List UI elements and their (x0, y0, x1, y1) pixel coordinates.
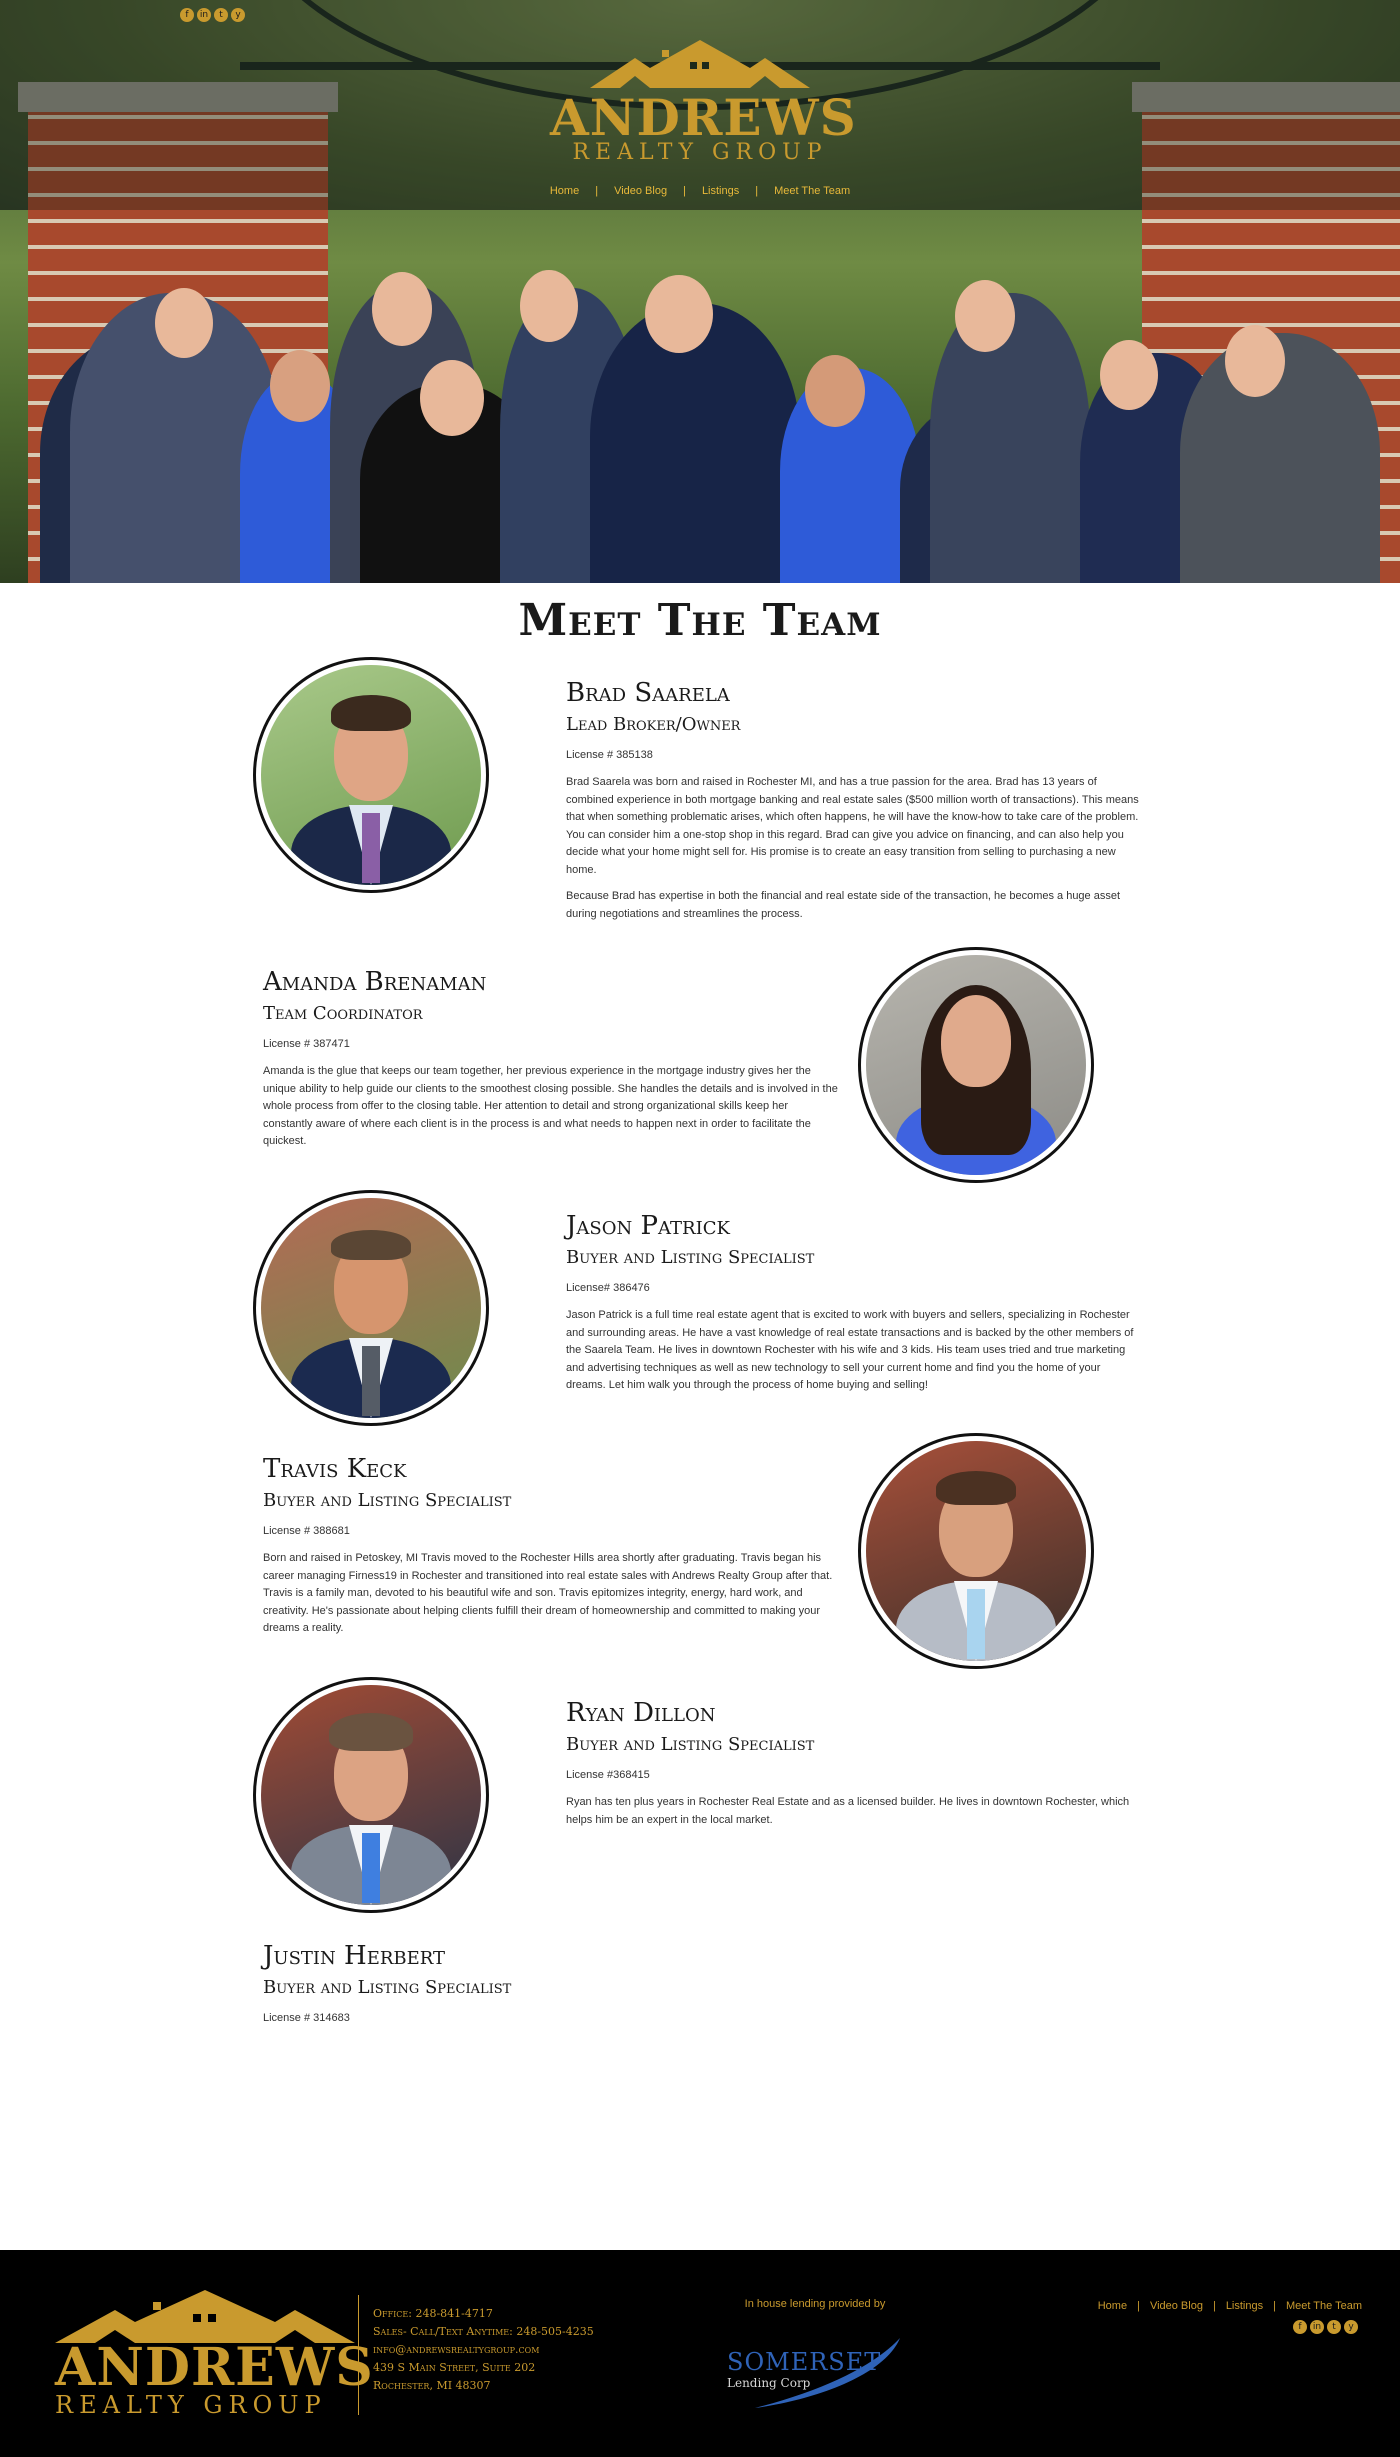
logo-wordmark: ANDREWS (550, 88, 857, 147)
member-bio: Born and raised in Petoskey, MI Travis m… (263, 1550, 838, 1647)
logo-subtitle: REALTY GROUP (55, 2391, 327, 2419)
nav-separator: | (595, 185, 599, 197)
site-logo[interactable]: ANDREWS REALTY GROUP (550, 40, 857, 170)
member-role: Buyer and Listing Specialist (263, 1977, 512, 1998)
member-photo (253, 657, 489, 893)
member-license: License # 388681 (263, 1525, 350, 1537)
bio-paragraph: Jason Patrick is a full time real estate… (566, 1309, 1134, 1391)
member-role: Lead Broker/Owner (566, 714, 741, 735)
youtube-icon[interactable]: y (231, 8, 245, 22)
nav-separator: | (1273, 2300, 1276, 2312)
member-role: Team Coordinator (263, 1003, 423, 1024)
nav-meet-the-team[interactable]: Meet The Team (774, 185, 850, 197)
office-phone[interactable]: Office: 248-841-4717 (373, 2305, 594, 2323)
sales-phone[interactable]: Sales- Call/Text Anytime: 248-505-4235 (373, 2323, 594, 2341)
nav-video-blog[interactable]: Video Blog (614, 185, 667, 197)
member-license: License # 385138 (566, 749, 653, 761)
member-bio: Amanda is the glue that keeps our team t… (263, 1063, 838, 1160)
member-photo (253, 1190, 489, 1426)
roof-logo-icon (590, 40, 810, 88)
lender-sub: Lending Corp (727, 2376, 811, 2390)
member-bio: Ryan has ten plus years in Rochester Rea… (566, 1794, 1141, 1838)
footer-nav-video-blog[interactable]: Video Blog (1150, 2300, 1203, 2312)
footer-nav-meet-the-team[interactable]: Meet The Team (1286, 2300, 1362, 2312)
hero-banner: f in t y ANDREWS REALTY GROUP Home | Video… (0, 0, 1400, 583)
footer-contact: Office: 248-841-4717 Sales- Call/Text An… (373, 2305, 594, 2395)
footer-nav-home[interactable]: Home (1098, 2300, 1127, 2312)
logo-subtitle: REALTY GROUP (572, 140, 828, 165)
page: f in t y ANDREWS REALTY GROUP Home | Video… (0, 0, 1400, 2457)
social-links-top: f in t y (180, 8, 245, 22)
lender-name: SOMERSET (727, 2348, 882, 2376)
linkedin-icon[interactable]: in (197, 8, 211, 22)
bio-paragraph: Amanda is the glue that keeps our team t… (263, 1065, 838, 1147)
member-photo (253, 1677, 489, 1913)
member-name: Jason Patrick (566, 1211, 730, 1241)
address-city: Rochester, MI 48307 (373, 2379, 491, 2392)
member-role: Buyer and Listing Specialist (263, 1490, 512, 1511)
facebook-icon[interactable]: f (1293, 2320, 1307, 2334)
member-license: License # 387471 (263, 1038, 350, 1050)
nav-listings[interactable]: Listings (702, 185, 739, 197)
member-license: License# 386476 (566, 1282, 650, 1294)
member-name: Amanda Brenaman (263, 967, 487, 997)
logo-wordmark: ANDREWS (55, 2337, 374, 2398)
member-name: Ryan Dillon (566, 1698, 716, 1728)
member-name: Justin Herbert (263, 1941, 446, 1971)
member-license: License #368415 (566, 1769, 650, 1781)
member-name: Travis Keck (263, 1454, 407, 1484)
nav-separator: | (1137, 2300, 1140, 2312)
team-group-photo (0, 250, 1400, 583)
bio-paragraph: Ryan has ten plus years in Rochester Rea… (566, 1796, 1130, 1826)
member-bio: Brad Saarela was born and raised in Roch… (566, 774, 1141, 932)
somerset-lending-logo[interactable]: SOMERSET Lending Corp (725, 2330, 915, 2410)
main-nav: Home | Video Blog | Listings | Meet The Team (0, 185, 1400, 197)
nav-home[interactable]: Home (550, 185, 579, 197)
youtube-icon[interactable]: y (1344, 2320, 1358, 2334)
lending-label: In house lending provided by (744, 2298, 886, 2310)
member-license: License # 314683 (263, 2012, 350, 2024)
member-name: Brad Saarela (566, 678, 730, 708)
facebook-icon[interactable]: f (180, 8, 194, 22)
member-photo (858, 1433, 1094, 1669)
twitter-icon[interactable]: t (214, 8, 228, 22)
linkedin-icon[interactable]: in (1310, 2320, 1324, 2334)
nav-separator: | (755, 185, 759, 197)
member-photo (858, 947, 1094, 1183)
nav-separator: | (683, 185, 686, 197)
contact-email[interactable]: info@andrewsrealtygroup.com (373, 2341, 594, 2359)
address-street: 439 S Main Street, Suite 202 (373, 2361, 536, 2374)
footer-divider (358, 2295, 359, 2415)
twitter-icon[interactable]: t (1327, 2320, 1341, 2334)
footer-logo[interactable]: ANDREWS REALTY GROUP (55, 2290, 374, 2420)
bio-paragraph: Brad Saarela was born and raised in Roch… (566, 776, 1139, 876)
member-role: Buyer and Listing Specialist (566, 1734, 815, 1755)
nav-separator: | (1212, 2300, 1216, 2312)
social-links-footer: f in t y (1293, 2320, 1358, 2334)
footer-nav: Home | Video Blog | Listings | Meet The Team (1000, 2300, 1362, 2312)
page-title: Meet The Team (518, 595, 882, 646)
member-role: Buyer and Listing Specialist (566, 1247, 815, 1268)
bio-paragraph: Born and raised in Petoskey, MI Travis m… (263, 1552, 833, 1634)
bio-paragraph: Because Brad has expertise in both the f… (566, 890, 1121, 920)
member-bio: Jason Patrick is a full time real estate… (566, 1307, 1141, 1404)
footer-nav-listings[interactable]: Listings (1226, 2300, 1263, 2312)
site-footer: ANDREWS REALTY GROUP Office: 248-841-471… (0, 2250, 1400, 2457)
